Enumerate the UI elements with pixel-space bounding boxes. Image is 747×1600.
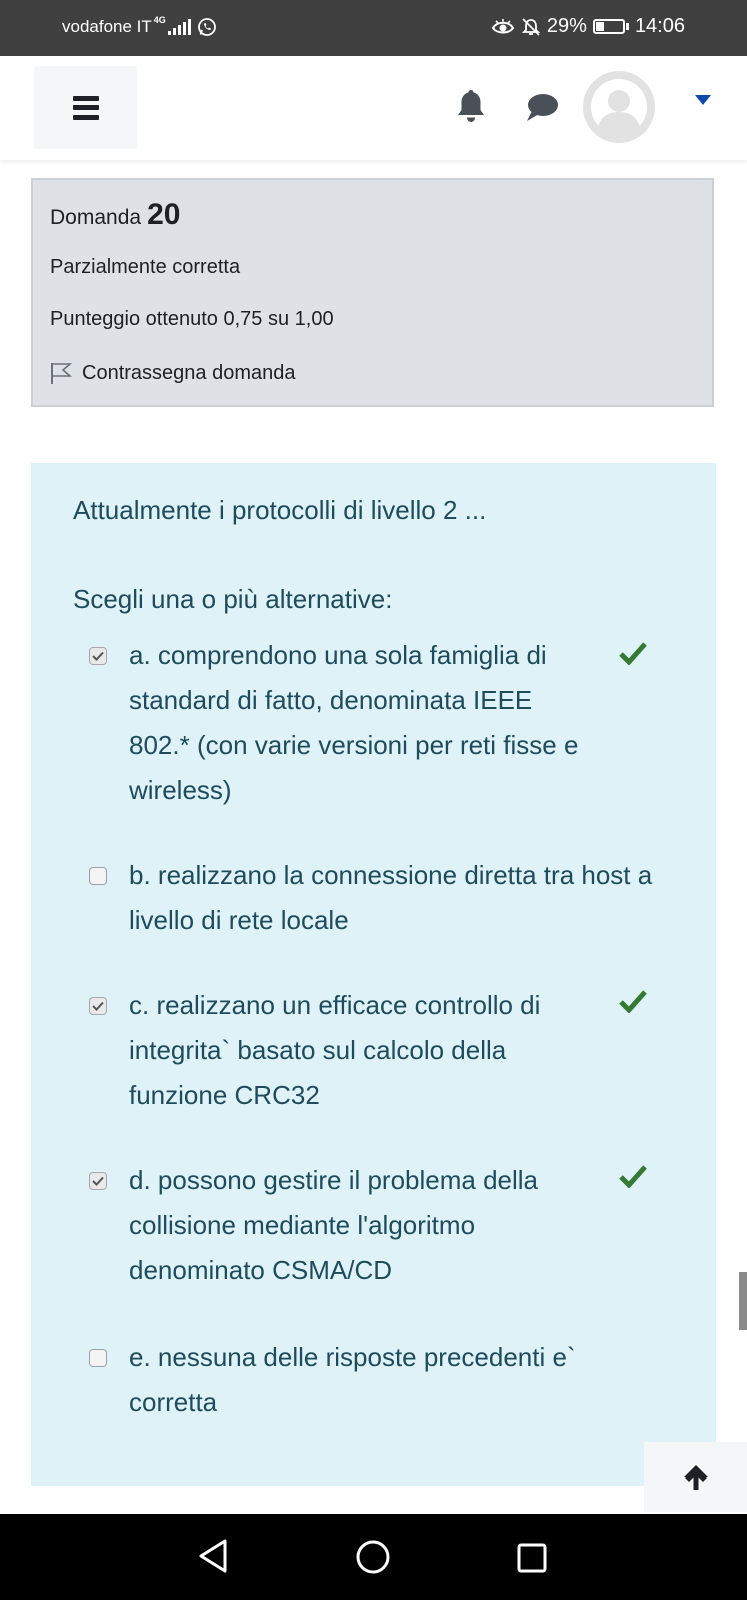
checkmark-icon (92, 1001, 104, 1011)
carrier-info: vodafone IT 4G (62, 15, 217, 37)
checkbox-c[interactable] (89, 997, 107, 1015)
alarm-off-icon (521, 17, 541, 36)
battery-icon (592, 19, 629, 34)
nav-recent-apps-icon[interactable] (516, 1542, 548, 1574)
clock: 14:06 (634, 15, 685, 37)
correct-tick-icon (619, 1165, 647, 1188)
question-content: Attualmente i protocolli di livello 2 ..… (31, 463, 716, 1486)
back-to-top-button[interactable] (644, 1442, 747, 1512)
checkmark-icon (92, 651, 104, 661)
bell-icon[interactable] (455, 88, 487, 124)
answer-text-c: c. realizzano un efficace controllo di i… (129, 990, 541, 1110)
app-header (0, 56, 747, 160)
answer-text-d: d. possono gestire il problema della col… (129, 1165, 539, 1285)
eye-comfort-icon (491, 18, 515, 33)
question-title: Domanda 20 (50, 198, 180, 232)
question-number: 20 (147, 198, 181, 231)
status-bar: vodafone IT 4G 29% 14:06 (0, 0, 747, 56)
question-text: Attualmente i protocolli di livello 2 ..… (73, 495, 487, 525)
checkbox-e[interactable] (89, 1349, 107, 1367)
flag-label: Contrassegna domanda (82, 361, 296, 384)
question-info: Domanda 20 Parzialmente corretta Punteggi… (31, 178, 714, 407)
answer-text-a: a. comprendono una sola famiglia di stan… (129, 640, 579, 805)
hamburger-menu-icon[interactable] (34, 66, 137, 149)
question-label: Domanda (50, 206, 142, 229)
flag-icon (51, 363, 72, 384)
flag-question-link[interactable]: Contrassegna domanda (50, 361, 295, 385)
arrow-up-icon (683, 1465, 708, 1490)
answer-text-b: b. realizzano la connessione diretta tra… (129, 860, 653, 935)
carrier-name: vodafone IT (62, 17, 152, 36)
question-grade: Punteggio ottenuto 0,75 su 1,00 (50, 308, 334, 330)
answer-text-e: e. nessuna delle risposte precedenti e` … (129, 1342, 576, 1417)
system-nav-bar (0, 1514, 747, 1600)
nav-home-icon[interactable] (355, 1539, 391, 1575)
checkbox-d[interactable] (89, 1172, 107, 1190)
correct-tick-icon (619, 990, 647, 1013)
chat-bubble-icon[interactable] (525, 93, 559, 123)
correct-tick-icon (619, 642, 647, 665)
checkbox-b[interactable] (89, 867, 107, 885)
battery-percent: 29% (546, 15, 587, 37)
network-type: 4G (153, 15, 166, 25)
nav-back-icon[interactable] (197, 1538, 229, 1574)
checkbox-a[interactable] (89, 647, 107, 665)
status-right: 29% 14:06 (491, 15, 685, 38)
answer-prompt: Scegli una o più alternative: (73, 584, 393, 614)
user-avatar-icon[interactable] (583, 71, 655, 143)
scrollbar[interactable] (739, 1272, 747, 1330)
question-state: Parzialmente corretta (50, 256, 241, 278)
whatsapp-icon (197, 18, 216, 36)
signal-icon (167, 19, 191, 35)
checkmark-icon (92, 1176, 104, 1186)
caret-down-icon[interactable] (694, 94, 712, 106)
